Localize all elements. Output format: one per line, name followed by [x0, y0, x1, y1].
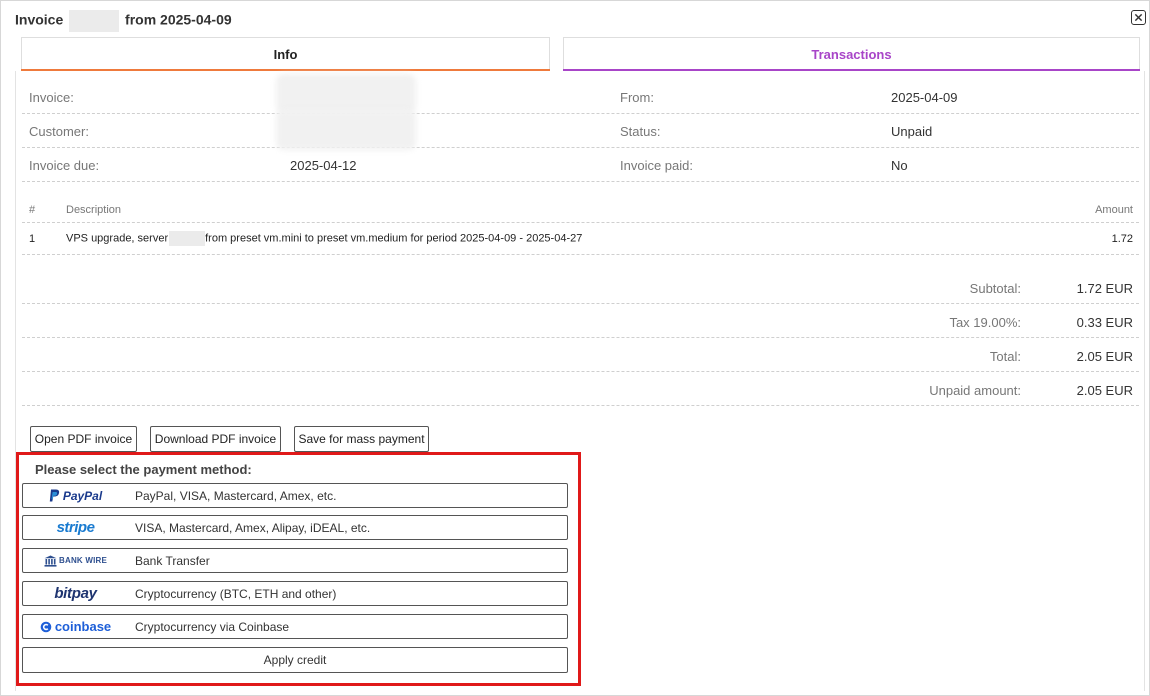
col-amount: Amount	[1095, 204, 1133, 216]
redacted-invoice-number	[69, 10, 120, 32]
due-value: 2025-04-12	[290, 158, 357, 173]
total-row: Total: 2.05 EUR	[22, 338, 1139, 372]
stripe-description: VISA, Mastercard, Amex, Alipay, iDEAL, e…	[135, 521, 371, 535]
bankwire-logo: BANK WIRE	[33, 551, 118, 570]
redacted-server-name	[169, 231, 206, 246]
close-icon	[1134, 13, 1143, 22]
paypal-icon	[49, 489, 59, 502]
bankwire-description: Bank Transfer	[135, 554, 210, 568]
unpaid-row: Unpaid amount: 2.05 EUR	[22, 372, 1139, 406]
tax-label: Tax 19.00%:	[949, 315, 1021, 330]
col-num: #	[29, 204, 36, 216]
tab-transactions-label: Transactions	[811, 47, 892, 62]
table-row: 1 VPS upgrade, server from preset vm.mini…	[22, 223, 1139, 255]
redacted-customer-value	[276, 110, 416, 150]
redacted-invoice-value	[276, 74, 416, 114]
stripe-logo-text: stripe	[56, 519, 95, 536]
items-table: # Description Amount 1 VPS upgrade, serv…	[22, 197, 1139, 255]
tab-transactions[interactable]: Transactions	[563, 37, 1140, 71]
subtotal-row: Subtotal: 1.72 EUR	[22, 270, 1139, 304]
from-label: From:	[620, 90, 654, 105]
apply-credit-button[interactable]: Apply credit	[22, 647, 568, 673]
bitpay-description: Cryptocurrency (BTC, ETH and other)	[135, 587, 337, 601]
bankwire-logo-text: BANK WIRE	[58, 556, 108, 565]
dialog-title: Invoice from 2025-04-09	[15, 10, 232, 32]
paypal-logo: PayPal	[33, 486, 118, 505]
unpaid-label: Unpaid amount:	[929, 383, 1021, 398]
invoice-dialog: Invoice from 2025-04-09 Info Transaction…	[0, 0, 1150, 696]
items-header: # Description Amount	[22, 197, 1139, 223]
payment-paypal-button[interactable]: PayPal PayPal, VISA, Mastercard, Amex, e…	[22, 483, 568, 508]
customer-label: Customer:	[29, 124, 89, 139]
item-num: 1	[29, 233, 36, 245]
close-button[interactable]	[1131, 10, 1146, 25]
coinbase-description: Cryptocurrency via Coinbase	[135, 620, 290, 634]
tab-info-label: Info	[273, 47, 298, 62]
payment-bankwire-button[interactable]: BANK WIRE Bank Transfer	[22, 548, 568, 573]
item-description: VPS upgrade, server from preset vm.mini t…	[66, 231, 582, 246]
item-desc-suffix: from preset vm.mini to preset vm.medium …	[205, 232, 583, 245]
payment-stripe-button[interactable]: stripe VISA, Mastercard, Amex, Alipay, i…	[22, 515, 568, 540]
paid-label: Invoice paid:	[620, 158, 693, 173]
item-desc-prefix: VPS upgrade, server	[66, 232, 169, 245]
tax-row: Tax 19.00%: 0.33 EUR	[22, 304, 1139, 338]
status-value: Unpaid	[891, 124, 933, 139]
stripe-logo: stripe	[33, 518, 118, 537]
info-row-due: Invoice due: 2025-04-12 Invoice paid: No	[22, 148, 1139, 182]
title-suffix: from 2025-04-09	[125, 11, 232, 28]
status-label: Status:	[620, 124, 661, 139]
info-row-invoice: Invoice: From: 2025-04-09	[22, 74, 1139, 114]
paypal-logo-text: PayPal	[62, 488, 103, 503]
payment-bitpay-button[interactable]: bitpay Cryptocurrency (BTC, ETH and othe…	[22, 581, 568, 606]
bank-icon	[44, 555, 57, 567]
tab-info[interactable]: Info	[21, 37, 550, 71]
tax-value: 0.33 EUR	[1076, 315, 1133, 330]
due-label: Invoice due:	[29, 158, 100, 173]
payment-title: Please select the payment method:	[35, 462, 252, 477]
invoice-label: Invoice:	[29, 90, 74, 105]
subtotal-value: 1.72 EUR	[1076, 281, 1133, 296]
mass-payment-button[interactable]: Save for mass payment	[294, 426, 429, 452]
paid-value: No	[891, 158, 908, 173]
item-amount: 1.72	[1111, 233, 1133, 245]
paypal-description: PayPal, VISA, Mastercard, Amex, etc.	[135, 489, 337, 503]
title-prefix: Invoice	[15, 11, 64, 28]
coinbase-logo: coinbase	[33, 617, 118, 636]
total-label: Total:	[989, 349, 1021, 364]
open-pdf-button[interactable]: Open PDF invoice	[30, 426, 137, 452]
bitpay-logo: bitpay	[33, 584, 118, 603]
subtotal-label: Subtotal:	[969, 281, 1021, 296]
coinbase-logo-text: coinbase	[54, 619, 112, 634]
unpaid-value: 2.05 EUR	[1076, 383, 1133, 398]
total-value: 2.05 EUR	[1076, 349, 1133, 364]
coinbase-icon	[40, 621, 52, 632]
info-row-customer: Customer: Status: Unpaid	[22, 110, 1139, 150]
payment-coinbase-button[interactable]: coinbase Cryptocurrency via Coinbase	[22, 614, 568, 639]
col-description: Description	[66, 204, 122, 216]
download-pdf-button[interactable]: Download PDF invoice	[150, 426, 281, 452]
from-value: 2025-04-09	[891, 90, 958, 105]
bitpay-logo-text: bitpay	[54, 585, 97, 602]
